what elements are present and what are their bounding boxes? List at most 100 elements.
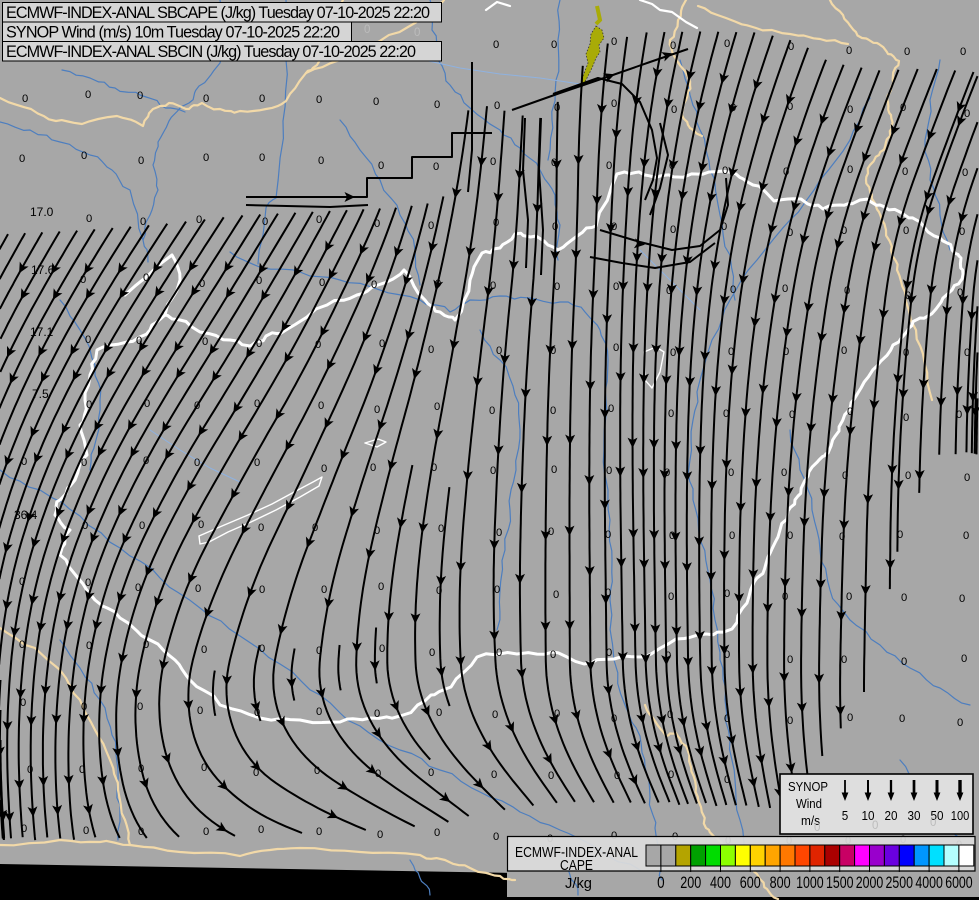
svg-text:0: 0: [137, 701, 143, 713]
svg-text:0: 0: [202, 336, 208, 348]
svg-text:0: 0: [364, 24, 370, 36]
svg-text:0: 0: [81, 457, 87, 469]
svg-text:0: 0: [21, 456, 27, 468]
svg-text:0: 0: [611, 713, 617, 725]
svg-text:0: 0: [963, 530, 969, 542]
svg-text:0: 0: [314, 765, 320, 777]
svg-text:0: 0: [548, 770, 554, 782]
svg-text:0: 0: [374, 218, 380, 230]
svg-text:0: 0: [553, 589, 559, 601]
svg-text:0: 0: [782, 283, 788, 295]
svg-text:5: 5: [842, 809, 849, 823]
svg-text:0: 0: [143, 272, 149, 284]
svg-text:0: 0: [375, 768, 381, 780]
svg-text:0: 0: [319, 277, 325, 289]
svg-text:0: 0: [723, 408, 729, 420]
svg-text:0: 0: [492, 709, 498, 721]
svg-text:0: 0: [905, 470, 911, 482]
svg-text:0: 0: [847, 712, 853, 724]
svg-text:0: 0: [671, 104, 677, 116]
svg-text:0: 0: [554, 281, 560, 293]
svg-text:0: 0: [139, 520, 145, 532]
svg-text:0: 0: [436, 585, 442, 597]
svg-text:0: 0: [83, 825, 89, 837]
svg-text:0: 0: [374, 708, 380, 720]
svg-text:0: 0: [138, 826, 144, 838]
svg-text:0: 0: [203, 826, 209, 838]
svg-text:0: 0: [321, 463, 327, 475]
svg-text:0: 0: [959, 593, 965, 605]
svg-text:0: 0: [86, 213, 92, 225]
svg-text:0: 0: [613, 342, 619, 354]
svg-text:0: 0: [783, 346, 789, 358]
svg-text:600: 600: [740, 874, 761, 892]
svg-text:0: 0: [198, 519, 204, 531]
svg-text:0: 0: [371, 279, 377, 291]
svg-text:0: 0: [374, 525, 380, 537]
svg-text:0: 0: [957, 287, 963, 299]
svg-text:0: 0: [194, 400, 200, 412]
svg-text:0: 0: [548, 526, 554, 538]
svg-text:0: 0: [730, 284, 736, 296]
svg-text:0: 0: [668, 408, 674, 420]
svg-text:0: 0: [86, 640, 92, 652]
svg-text:0: 0: [783, 166, 789, 178]
svg-text:0: 0: [259, 152, 265, 164]
svg-text:0: 0: [841, 225, 847, 237]
svg-text:0: 0: [665, 650, 671, 662]
svg-text:0: 0: [728, 346, 734, 358]
svg-text:0: 0: [203, 152, 209, 164]
svg-text:0: 0: [724, 649, 730, 661]
svg-text:0: 0: [666, 285, 672, 297]
svg-text:0: 0: [611, 221, 617, 233]
svg-text:0: 0: [414, 27, 420, 39]
svg-text:0: 0: [143, 639, 149, 651]
svg-text:0: 0: [428, 344, 434, 356]
svg-text:0: 0: [19, 576, 25, 588]
svg-text:0: 0: [316, 826, 322, 838]
svg-text:0: 0: [258, 824, 264, 836]
svg-text:0: 0: [614, 770, 620, 782]
svg-text:0: 0: [81, 701, 87, 713]
svg-text:ECMWF-INDEX-ANAL SBCIN (J/kg): ECMWF-INDEX-ANAL SBCIN (J/kg) Tuesday 07…: [6, 43, 416, 61]
svg-text:0: 0: [493, 217, 499, 229]
svg-text:0: 0: [201, 644, 207, 656]
svg-text:0: 0: [318, 400, 324, 412]
svg-text:0: 0: [613, 281, 619, 293]
svg-text:0: 0: [550, 345, 556, 357]
svg-text:0: 0: [903, 347, 909, 359]
svg-text:0: 0: [787, 530, 793, 542]
svg-text:0: 0: [897, 529, 903, 541]
svg-text:0: 0: [373, 96, 379, 108]
svg-text:0: 0: [434, 827, 440, 839]
svg-text:0: 0: [789, 409, 795, 421]
svg-text:0: 0: [316, 706, 322, 718]
svg-text:0: 0: [957, 717, 963, 729]
svg-text:0: 0: [787, 101, 793, 113]
svg-text:0: 0: [846, 45, 852, 57]
svg-text:0: 0: [724, 588, 730, 600]
svg-text:1000: 1000: [796, 874, 824, 892]
svg-text:0: 0: [254, 707, 260, 719]
svg-text:0: 0: [964, 472, 970, 484]
svg-text:0: 0: [494, 100, 500, 112]
svg-text:0: 0: [901, 656, 907, 668]
svg-text:0: 0: [318, 155, 324, 167]
svg-text:4000: 4000: [915, 874, 943, 892]
svg-text:0: 0: [787, 654, 793, 666]
svg-text:0: 0: [657, 874, 665, 892]
svg-text:0: 0: [841, 345, 847, 357]
svg-text:0: 0: [899, 713, 905, 725]
svg-text:0: 0: [82, 520, 88, 532]
svg-text:0: 0: [787, 715, 793, 727]
svg-text:0: 0: [670, 224, 676, 236]
svg-text:0: 0: [901, 592, 907, 604]
svg-text:0: 0: [438, 523, 444, 535]
svg-text:0: 0: [730, 102, 736, 114]
svg-text:0: 0: [136, 335, 142, 347]
svg-text:0: 0: [195, 583, 201, 595]
svg-text:0: 0: [606, 160, 612, 172]
svg-text:20: 20: [885, 809, 898, 823]
svg-text:0: 0: [259, 93, 265, 105]
svg-text:0: 0: [788, 41, 794, 53]
